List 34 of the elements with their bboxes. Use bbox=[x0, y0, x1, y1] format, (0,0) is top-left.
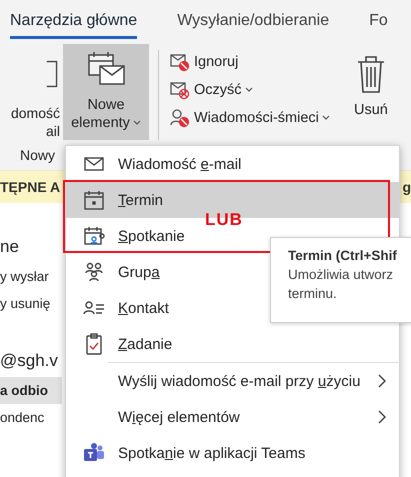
calendar-icon bbox=[82, 188, 106, 212]
junk-button[interactable]: Wiadomości-śmieci bbox=[169, 108, 354, 128]
tooltip-title: Termin (Ctrl+Shif bbox=[288, 248, 398, 263]
menu-item[interactable]: Zadanie bbox=[66, 326, 399, 362]
info-bar-text: TĘPNE A bbox=[0, 179, 60, 195]
folder-item[interactable]: y wysłar bbox=[0, 263, 62, 290]
chevron-right-icon bbox=[377, 374, 387, 388]
trash-icon bbox=[356, 54, 386, 94]
info-bar-text: g bbox=[402, 179, 411, 195]
delete-button[interactable]: Usuń bbox=[354, 44, 388, 140]
folder-item[interactable]: ne bbox=[0, 231, 62, 263]
group-label: Nowy bbox=[20, 146, 56, 164]
clean-button[interactable]: Oczyść bbox=[169, 80, 354, 100]
menu-item[interactable]: Wiadomość e-mail bbox=[66, 146, 399, 182]
new-items-button[interactable]: Nowe elementy bbox=[63, 44, 149, 140]
new-email-label: ail bbox=[46, 122, 60, 140]
menu-item[interactable]: Spotkanie w aplikacji Teams bbox=[66, 435, 399, 471]
menu-item[interactable]: Wyślij wiadomość e-mail przy użyciu bbox=[66, 363, 399, 399]
envelope-x-icon bbox=[169, 80, 191, 100]
person-blocked-icon bbox=[169, 108, 191, 128]
ribbon-tab[interactable]: Narzędzia główne bbox=[10, 8, 138, 39]
folder-item[interactable]: ondenc bbox=[0, 404, 62, 431]
folder-item[interactable]: @sgh.v bbox=[0, 317, 62, 377]
chevron-right-icon bbox=[377, 410, 387, 424]
envelope-blocked-icon bbox=[169, 52, 191, 72]
folder-item[interactable]: a odbio bbox=[0, 377, 62, 404]
menu-item[interactable]: Więcej elementów bbox=[66, 399, 399, 435]
folder-item[interactable]: y usunię bbox=[0, 290, 62, 317]
tooltip-text: Umożliwia utworz bbox=[288, 267, 394, 282]
ribbon-tab[interactable]: Wysyłanie/odbieranie bbox=[177, 8, 330, 39]
ignore-button[interactable]: Ignoruj bbox=[169, 52, 354, 72]
tooltip-text: terminu. bbox=[288, 286, 338, 301]
ribbon-tab[interactable]: Fo bbox=[369, 8, 388, 39]
new-email-label: domość bbox=[10, 104, 60, 122]
